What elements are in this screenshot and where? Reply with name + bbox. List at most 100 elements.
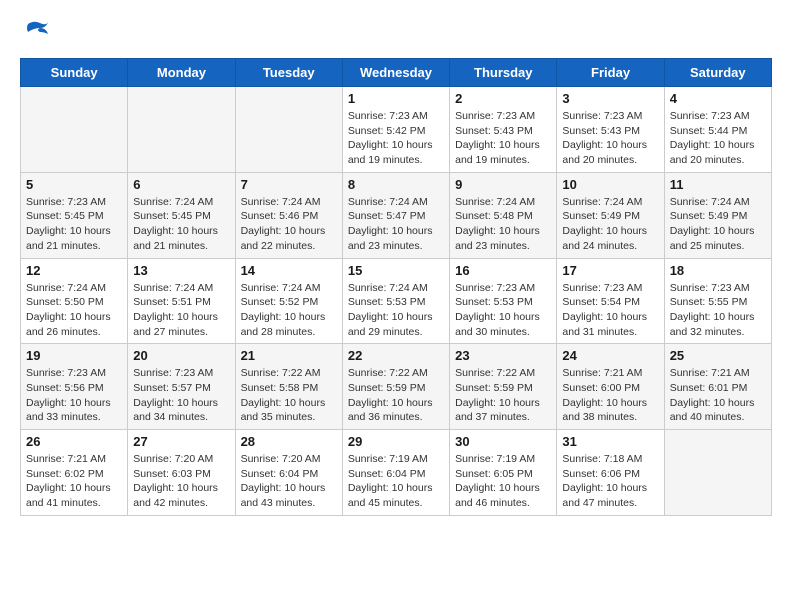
day-number: 17 xyxy=(562,263,658,278)
day-number: 28 xyxy=(241,434,337,449)
sunrise-text: Sunrise: 7:22 AM xyxy=(455,366,551,381)
logo-bird-icon xyxy=(20,20,50,42)
day-number: 11 xyxy=(670,177,766,192)
calendar-day-15: 15Sunrise: 7:24 AMSunset: 5:53 PMDayligh… xyxy=(342,258,449,344)
calendar-day-27: 27Sunrise: 7:20 AMSunset: 6:03 PMDayligh… xyxy=(128,430,235,516)
day-info: Sunrise: 7:24 AMSunset: 5:48 PMDaylight:… xyxy=(455,195,551,254)
daylight-text: Daylight: 10 hours and 43 minutes. xyxy=(241,481,337,510)
sunset-text: Sunset: 5:50 PM xyxy=(26,295,122,310)
daylight-text: Daylight: 10 hours and 32 minutes. xyxy=(670,310,766,339)
sunset-text: Sunset: 6:03 PM xyxy=(133,467,229,482)
calendar-day-1: 1Sunrise: 7:23 AMSunset: 5:42 PMDaylight… xyxy=(342,87,449,173)
daylight-text: Daylight: 10 hours and 25 minutes. xyxy=(670,224,766,253)
calendar-day-3: 3Sunrise: 7:23 AMSunset: 5:43 PMDaylight… xyxy=(557,87,664,173)
daylight-text: Daylight: 10 hours and 20 minutes. xyxy=(670,138,766,167)
logo xyxy=(20,20,52,42)
daylight-text: Daylight: 10 hours and 34 minutes. xyxy=(133,396,229,425)
sunrise-text: Sunrise: 7:23 AM xyxy=(562,281,658,296)
day-number: 3 xyxy=(562,91,658,106)
calendar-day-31: 31Sunrise: 7:18 AMSunset: 6:06 PMDayligh… xyxy=(557,430,664,516)
day-number: 4 xyxy=(670,91,766,106)
day-info: Sunrise: 7:24 AMSunset: 5:53 PMDaylight:… xyxy=(348,281,444,340)
day-number: 23 xyxy=(455,348,551,363)
day-info: Sunrise: 7:24 AMSunset: 5:49 PMDaylight:… xyxy=(562,195,658,254)
sunset-text: Sunset: 6:01 PM xyxy=(670,381,766,396)
calendar-week-row: 1Sunrise: 7:23 AMSunset: 5:42 PMDaylight… xyxy=(21,87,772,173)
day-info: Sunrise: 7:19 AMSunset: 6:04 PMDaylight:… xyxy=(348,452,444,511)
sunset-text: Sunset: 6:06 PM xyxy=(562,467,658,482)
sunset-text: Sunset: 5:53 PM xyxy=(348,295,444,310)
sunrise-text: Sunrise: 7:23 AM xyxy=(455,281,551,296)
daylight-text: Daylight: 10 hours and 21 minutes. xyxy=(133,224,229,253)
calendar-day-23: 23Sunrise: 7:22 AMSunset: 5:59 PMDayligh… xyxy=(450,344,557,430)
day-info: Sunrise: 7:20 AMSunset: 6:03 PMDaylight:… xyxy=(133,452,229,511)
sunset-text: Sunset: 6:05 PM xyxy=(455,467,551,482)
sunset-text: Sunset: 6:04 PM xyxy=(241,467,337,482)
sunrise-text: Sunrise: 7:21 AM xyxy=(562,366,658,381)
sunset-text: Sunset: 6:04 PM xyxy=(348,467,444,482)
day-info: Sunrise: 7:23 AMSunset: 5:54 PMDaylight:… xyxy=(562,281,658,340)
day-info: Sunrise: 7:23 AMSunset: 5:55 PMDaylight:… xyxy=(670,281,766,340)
sunrise-text: Sunrise: 7:24 AM xyxy=(670,195,766,210)
daylight-text: Daylight: 10 hours and 46 minutes. xyxy=(455,481,551,510)
sunset-text: Sunset: 5:59 PM xyxy=(348,381,444,396)
daylight-text: Daylight: 10 hours and 27 minutes. xyxy=(133,310,229,339)
day-info: Sunrise: 7:24 AMSunset: 5:49 PMDaylight:… xyxy=(670,195,766,254)
daylight-text: Daylight: 10 hours and 38 minutes. xyxy=(562,396,658,425)
day-number: 1 xyxy=(348,91,444,106)
calendar-week-row: 19Sunrise: 7:23 AMSunset: 5:56 PMDayligh… xyxy=(21,344,772,430)
calendar-day-2: 2Sunrise: 7:23 AMSunset: 5:43 PMDaylight… xyxy=(450,87,557,173)
calendar-empty-cell xyxy=(664,430,771,516)
sunrise-text: Sunrise: 7:22 AM xyxy=(241,366,337,381)
sunset-text: Sunset: 5:43 PM xyxy=(455,124,551,139)
day-info: Sunrise: 7:23 AMSunset: 5:56 PMDaylight:… xyxy=(26,366,122,425)
day-number: 29 xyxy=(348,434,444,449)
sunset-text: Sunset: 5:45 PM xyxy=(26,209,122,224)
day-info: Sunrise: 7:21 AMSunset: 6:01 PMDaylight:… xyxy=(670,366,766,425)
daylight-text: Daylight: 10 hours and 35 minutes. xyxy=(241,396,337,425)
weekday-header-monday: Monday xyxy=(128,59,235,87)
sunset-text: Sunset: 5:43 PM xyxy=(562,124,658,139)
calendar-week-row: 12Sunrise: 7:24 AMSunset: 5:50 PMDayligh… xyxy=(21,258,772,344)
calendar-day-18: 18 Sunrise: 7:23 AMSunset: 5:55 PMDayligh… xyxy=(664,258,771,344)
sunset-text: Sunset: 5:49 PM xyxy=(562,209,658,224)
sunset-text: Sunset: 5:53 PM xyxy=(455,295,551,310)
sunset-text: Sunset: 5:58 PM xyxy=(241,381,337,396)
sunrise-text: Sunrise: 7:24 AM xyxy=(348,281,444,296)
calendar-day-22: 22Sunrise: 7:22 AMSunset: 5:59 PMDayligh… xyxy=(342,344,449,430)
sunset-text: Sunset: 5:47 PM xyxy=(348,209,444,224)
sunset-text: Sunset: 6:02 PM xyxy=(26,467,122,482)
calendar-day-24: 24 Sunrise: 7:21 AMSunset: 6:00 PMDayligh… xyxy=(557,344,664,430)
sunset-text: Sunset: 6:00 PM xyxy=(562,381,658,396)
calendar-day-13: 13Sunrise: 7:24 AMSunset: 5:51 PMDayligh… xyxy=(128,258,235,344)
day-info: Sunrise: 7:23 AMSunset: 5:57 PMDaylight:… xyxy=(133,366,229,425)
calendar-day-5: 5Sunrise: 7:23 AMSunset: 5:45 PMDaylight… xyxy=(21,172,128,258)
day-number: 30 xyxy=(455,434,551,449)
sunrise-text: Sunrise: 7:24 AM xyxy=(348,195,444,210)
day-number: 18 xyxy=(670,263,766,278)
calendar-day-19: 19Sunrise: 7:23 AMSunset: 5:56 PMDayligh… xyxy=(21,344,128,430)
sunrise-text: Sunrise: 7:24 AM xyxy=(562,195,658,210)
daylight-text: Daylight: 10 hours and 23 minutes. xyxy=(455,224,551,253)
weekday-header-thursday: Thursday xyxy=(450,59,557,87)
day-number: 24 xyxy=(562,348,658,363)
sunrise-text: Sunrise: 7:23 AM xyxy=(455,109,551,124)
day-info: Sunrise: 7:18 AMSunset: 6:06 PMDaylight:… xyxy=(562,452,658,511)
daylight-text: Daylight: 10 hours and 31 minutes. xyxy=(562,310,658,339)
calendar-day-28: 28 Sunrise: 7:20 AMSunset: 6:04 PMDayligh… xyxy=(235,430,342,516)
day-number: 25 xyxy=(670,348,766,363)
sunset-text: Sunset: 5:46 PM xyxy=(241,209,337,224)
day-number: 13 xyxy=(133,263,229,278)
sunrise-text: Sunrise: 7:24 AM xyxy=(241,281,337,296)
sunrise-text: Sunrise: 7:19 AM xyxy=(455,452,551,467)
sunset-text: Sunset: 5:52 PM xyxy=(241,295,337,310)
weekday-header-friday: Friday xyxy=(557,59,664,87)
daylight-text: Daylight: 10 hours and 21 minutes. xyxy=(26,224,122,253)
day-number: 14 xyxy=(241,263,337,278)
day-number: 26 xyxy=(26,434,122,449)
daylight-text: Daylight: 10 hours and 33 minutes. xyxy=(26,396,122,425)
day-number: 5 xyxy=(26,177,122,192)
sunrise-text: Sunrise: 7:18 AM xyxy=(562,452,658,467)
day-info: Sunrise: 7:23 AMSunset: 5:44 PMDaylight:… xyxy=(670,109,766,168)
day-info: Sunrise: 7:20 AMSunset: 6:04 PMDaylight:… xyxy=(241,452,337,511)
